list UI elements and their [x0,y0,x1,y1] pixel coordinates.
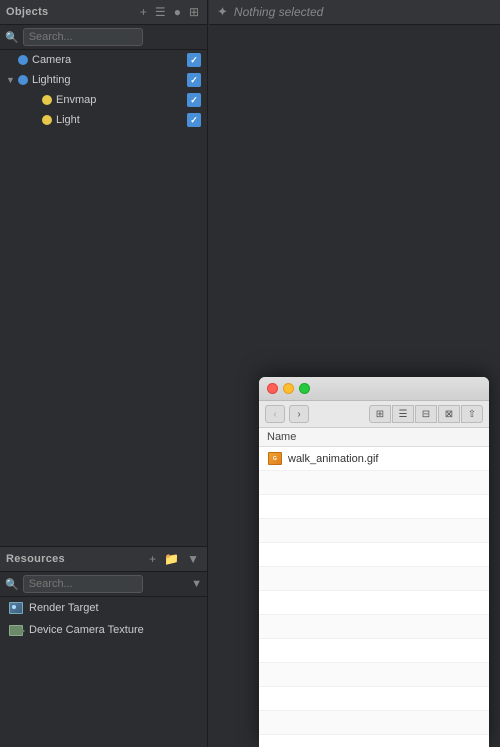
resource-filter-icon[interactable]: ▼ [185,551,201,567]
list-view-button[interactable]: ☰ [392,405,414,423]
light-dot [42,115,52,125]
file-picker-window: ‹ › ⊞ ☰ ⊟ ⊠ ⇧ Name G walk_animati [259,377,489,747]
resources-header-icons: + 📁 ▼ [147,551,201,567]
empty-row [259,471,489,495]
empty-row [259,639,489,663]
lighting-dot [18,75,28,85]
close-button[interactable] [267,383,278,394]
render-target-label: Render Target [29,602,99,614]
empty-row [259,591,489,615]
forward-button[interactable]: › [289,405,309,423]
camera-check[interactable] [187,53,201,67]
tree-item-light[interactable]: Light [0,110,207,130]
envmap-label: Envmap [56,94,187,106]
icon-view-button[interactable]: ⊞ [369,405,391,423]
objects-search-input[interactable] [23,28,143,46]
resource-item-device-camera[interactable]: Device Camera Texture [0,619,207,641]
resources-title: Resources [6,553,65,565]
list-view-icon[interactable]: ☰ [153,4,168,20]
lighting-label: Lighting [32,74,187,86]
maximize-button[interactable] [299,383,310,394]
inspector-header: ✦ Nothing selected [209,0,500,25]
view-mode-buttons: ⊞ ☰ ⊟ ⊠ ⇧ [369,405,483,423]
empty-row [259,519,489,543]
file-picker-content: G walk_animation.gif [259,447,489,747]
camera-label: Camera [32,54,187,66]
lighting-expand-arrow: ▼ [6,75,16,85]
fp-empty-rows [259,471,489,747]
objects-search-bar: 🔍 [0,25,207,50]
objects-section: Objects + ☰ ● ⊞ 🔍 Camera ▼ [0,0,207,547]
empty-row [259,735,489,747]
left-panel: Objects + ☰ ● ⊞ 🔍 Camera ▼ [0,0,208,747]
search-icon: 🔍 [5,31,19,44]
empty-row [259,711,489,735]
empty-row [259,687,489,711]
light-check[interactable] [187,113,201,127]
tree-item-camera[interactable]: Camera [0,50,207,70]
envmap-check[interactable] [187,93,201,107]
resource-filter-toggle[interactable]: ▼ [191,578,202,590]
light-label: Light [56,114,187,126]
tree-item-envmap[interactable]: Envmap [0,90,207,110]
file-picker-toolbar: ‹ › ⊞ ☰ ⊟ ⊠ ⇧ [259,401,489,428]
lighting-check[interactable] [187,73,201,87]
cover-flow-button[interactable]: ⊠ [438,405,460,423]
camera-dot [18,55,28,65]
eye-toggle-icon[interactable]: ● [172,4,183,20]
resources-section: Resources + 📁 ▼ 🔍 ▼ Render Target [0,547,207,747]
resource-search-icon: 🔍 [5,578,19,591]
envmap-dot [42,95,52,105]
resources-search-input[interactable] [23,575,143,593]
file-picker-content-header: Name [259,428,489,447]
empty-row [259,615,489,639]
inspector-icon: ✦ [217,4,228,20]
tree-item-lighting[interactable]: ▼ Lighting [0,70,207,90]
empty-row [259,495,489,519]
file-row-walk-animation[interactable]: G walk_animation.gif [259,447,489,471]
objects-header: Objects + ☰ ● ⊞ [0,0,207,25]
empty-row [259,567,489,591]
share-button[interactable]: ⇧ [461,405,483,423]
add-object-button[interactable]: + [138,4,149,20]
right-panel: ✦ Nothing selected ‹ › ⊞ ☰ ⊟ ⊠ ⇧ [209,0,500,747]
name-column-header: Name [267,431,296,443]
resources-list: Render Target Device Camera Texture [0,597,207,747]
objects-tree: Camera ▼ Lighting Envmap Light [0,50,207,546]
device-camera-label: Device Camera Texture [29,624,144,636]
gif-file-icon: G [267,452,283,466]
inspector-body: ‹ › ⊞ ☰ ⊟ ⊠ ⇧ Name G walk_animati [209,25,500,747]
nothing-selected-label: Nothing selected [234,5,323,19]
empty-row [259,663,489,687]
add-resource-button[interactable]: + [147,551,158,567]
device-camera-icon [8,623,24,637]
resources-search-bar: 🔍 ▼ [0,572,207,597]
column-view-button[interactable]: ⊟ [415,405,437,423]
resource-folder-icon[interactable]: 📁 [162,551,181,567]
file-picker-titlebar [259,377,489,401]
minimize-button[interactable] [283,383,294,394]
filter-icon[interactable]: ⊞ [187,4,201,20]
back-button[interactable]: ‹ [265,405,285,423]
walk-animation-filename: walk_animation.gif [288,453,379,465]
empty-row [259,543,489,567]
resources-header: Resources + 📁 ▼ [0,547,207,572]
render-target-icon [8,601,24,615]
resource-item-render-target[interactable]: Render Target [0,597,207,619]
objects-title: Objects [6,6,48,18]
objects-header-icons: + ☰ ● ⊞ [138,4,201,20]
